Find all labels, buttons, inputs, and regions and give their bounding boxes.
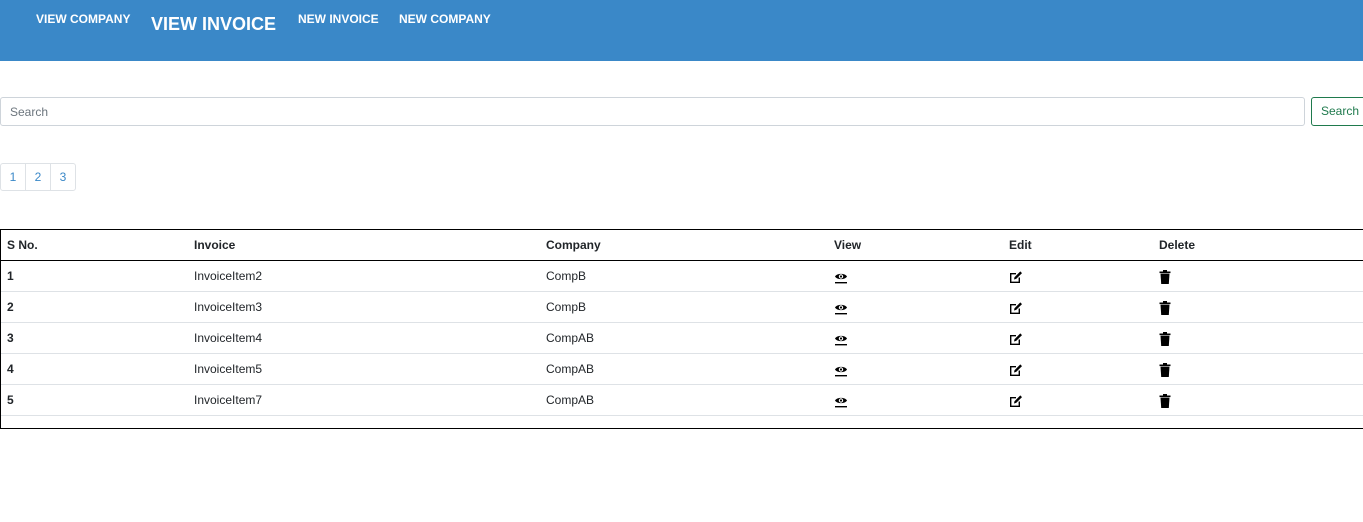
trash-icon[interactable] <box>1159 301 1171 315</box>
page-link-3[interactable]: 3 <box>50 163 76 191</box>
eye-icon[interactable] <box>834 270 848 284</box>
table-row: 1 InvoiceItem2 CompB <box>1 261 1363 292</box>
edit-icon[interactable] <box>1009 301 1023 315</box>
trash-icon[interactable] <box>1159 270 1171 284</box>
header-view: View <box>834 238 862 252</box>
header-company: Company <box>546 238 601 252</box>
table-row: 3 InvoiceItem4 CompAB <box>1 323 1363 354</box>
trash-icon[interactable] <box>1159 363 1171 377</box>
row-company: CompAB <box>546 331 595 345</box>
header-delete: Delete <box>1159 238 1196 252</box>
row-invoice: InvoiceItem5 <box>194 362 263 376</box>
edit-icon[interactable] <box>1009 270 1023 284</box>
table-row: 2 InvoiceItem3 CompB <box>1 292 1363 323</box>
page-link-2[interactable]: 2 <box>25 163 51 191</box>
row-company: CompAB <box>546 362 595 376</box>
pagination: 1 2 3 <box>0 163 76 191</box>
nav-view-invoice[interactable]: VIEW INVOICE <box>151 14 276 35</box>
row-company: CompB <box>546 300 587 314</box>
row-company: CompAB <box>546 393 595 407</box>
nav-new-company[interactable]: NEW COMPANY <box>399 12 491 26</box>
eye-icon[interactable] <box>834 394 848 408</box>
row-sno: 3 <box>7 331 14 345</box>
top-navbar: VIEW COMPANY VIEW INVOICE NEW INVOICE NE… <box>0 0 1363 61</box>
row-invoice: InvoiceItem4 <box>194 331 263 345</box>
header-invoice: Invoice <box>194 238 236 252</box>
row-sno: 5 <box>7 393 14 407</box>
row-company: CompB <box>546 269 587 283</box>
eye-icon[interactable] <box>834 332 848 346</box>
trash-icon[interactable] <box>1159 332 1171 346</box>
header-edit: Edit <box>1009 238 1032 252</box>
table-row: 5 InvoiceItem7 CompAB <box>1 385 1363 416</box>
page-link-1[interactable]: 1 <box>0 163 26 191</box>
row-invoice: InvoiceItem7 <box>194 393 263 407</box>
nav-new-invoice[interactable]: NEW INVOICE <box>298 12 379 26</box>
header-sno: S No. <box>7 238 38 252</box>
table-row: 4 InvoiceItem5 CompAB <box>1 354 1363 385</box>
row-invoice: InvoiceItem2 <box>194 269 263 283</box>
row-sno: 4 <box>7 362 14 376</box>
row-sno: 2 <box>7 300 14 314</box>
invoice-table: S No. Invoice Company View Edit Delete 1… <box>0 229 1363 429</box>
eye-icon[interactable] <box>834 301 848 315</box>
search-input[interactable] <box>0 97 1305 126</box>
search-button[interactable]: Search <box>1311 97 1363 126</box>
edit-icon[interactable] <box>1009 394 1023 408</box>
trash-icon[interactable] <box>1159 394 1171 408</box>
table-header-row: S No. Invoice Company View Edit Delete <box>1 230 1363 261</box>
eye-icon[interactable] <box>834 363 848 377</box>
edit-icon[interactable] <box>1009 332 1023 346</box>
row-sno: 1 <box>7 269 14 283</box>
nav-view-company[interactable]: VIEW COMPANY <box>36 12 130 26</box>
row-invoice: InvoiceItem3 <box>194 300 263 314</box>
edit-icon[interactable] <box>1009 363 1023 377</box>
